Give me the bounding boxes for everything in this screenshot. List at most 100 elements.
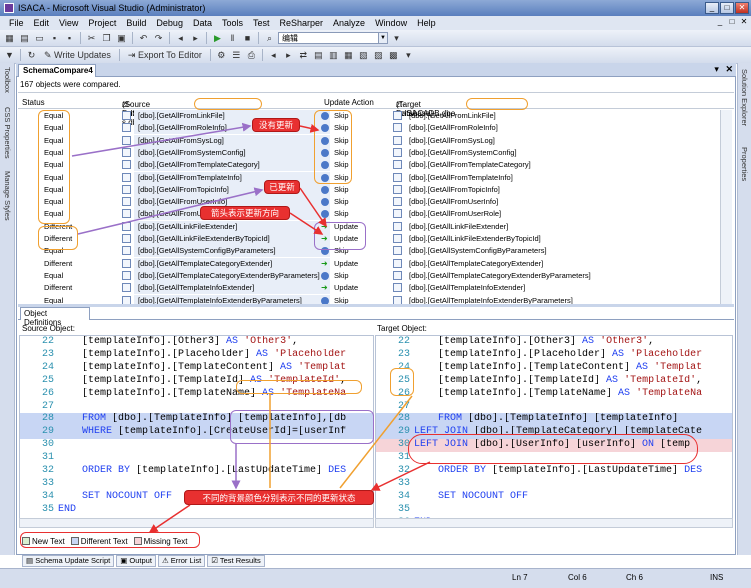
code-line[interactable]: 28 FROM [dbo].[TemplateInfo] [templateIn… <box>376 413 732 427</box>
grid-row[interactable]: Different [dbo].[GetAllLinkFileExtender] ➜… <box>18 220 734 233</box>
redo-icon[interactable]: ↷ <box>152 32 165 45</box>
grid-row[interactable]: Equal [dbo].[GetAllFromTemplateCategory] S… <box>18 159 734 172</box>
stop-icon[interactable]: ■ <box>241 32 254 45</box>
show-different-icon[interactable]: ▦ <box>342 49 355 62</box>
tab-object-definitions[interactable]: Object Definitions <box>20 307 90 327</box>
menu-test[interactable]: Test <box>248 18 275 28</box>
tab-close-icon[interactable]: ✕ <box>725 64 733 74</box>
export-script-icon[interactable]: ⎙ <box>245 49 258 62</box>
code-line[interactable]: 24 [templateInfo].[TemplateContent] AS '… <box>376 362 732 375</box>
row-update-action[interactable]: ➜ Update <box>318 282 388 294</box>
find-icon[interactable]: ⌕ <box>263 32 276 45</box>
menu-view[interactable]: View <box>54 18 83 28</box>
show-new-icon[interactable]: ▨ <box>372 49 385 62</box>
find-combo[interactable]: 编辑 ▼ <box>278 32 388 44</box>
show-missing-icon[interactable]: ▧ <box>357 49 370 62</box>
grid-row[interactable]: Equal [dbo].[GetAllFromSystemConfig] Skip[… <box>18 146 734 159</box>
grid-row[interactable]: Equal [dbo].[GetAllFromRoleInfo] Skip [dbo]… <box>18 122 734 135</box>
grid-row[interactable]: Different [dbo].[GetAllTemplateCategoryEx… <box>18 257 734 270</box>
navigate-back-icon[interactable]: ◂ <box>174 32 187 45</box>
save-icon[interactable]: ▪ <box>48 32 61 45</box>
header-status[interactable]: Status <box>22 98 45 107</box>
code-line[interactable]: 33 <box>376 478 732 491</box>
refresh-icon[interactable]: ↻ <box>25 49 38 62</box>
menu-window[interactable]: Window <box>370 18 412 28</box>
grid-row[interactable]: Equal [dbo].[GetAllFromTemplateInfo] Skip[… <box>18 171 734 184</box>
navigate-forward-icon[interactable]: ▸ <box>189 32 202 45</box>
tab-schemacompare4[interactable]: SchemaCompare4 <box>18 64 96 77</box>
code-line[interactable]: 32 ORDER BY [templateInfo].[LastUpdateTi… <box>376 465 732 478</box>
grid-row[interactable]: Different [dbo].[GetAllLinkFileExtenderBy… <box>18 233 734 245</box>
menu-debug[interactable]: Debug <box>151 18 188 28</box>
code-line[interactable]: 34 SET NOCOUNT OFF <box>376 491 732 504</box>
tab-test-results[interactable]: ☑ Test Results <box>207 555 265 567</box>
grid-row[interactable]: Equal [dbo].[GetAllFromUserRole] Skip [dbo]… <box>18 208 734 221</box>
grid-row[interactable]: Equal [dbo].[GetAllFromTopicInfo] Skip [dbo… <box>18 183 734 196</box>
maximize-button[interactable]: □ <box>720 2 734 14</box>
write-updates-button[interactable]: ✎ Write Updates <box>40 49 115 62</box>
undo-icon[interactable]: ↶ <box>137 32 150 45</box>
row-update-action[interactable]: Skip <box>318 196 388 208</box>
code-line[interactable]: 35 <box>376 504 732 517</box>
next-change-icon[interactable]: ▸ <box>282 49 295 62</box>
doc-minimize-icon[interactable]: _ <box>715 17 725 28</box>
menu-help[interactable]: Help <box>412 18 441 28</box>
save-all-icon[interactable]: ▪ <box>63 32 76 45</box>
tab-list-icon[interactable]: ▾ <box>714 64 719 74</box>
settings-icon[interactable]: ⚙ <box>215 49 228 62</box>
code-line[interactable]: 25 [templateInfo].[TemplateId] AS 'Templ… <box>376 375 732 388</box>
chevron-down-icon[interactable]: ▼ <box>378 33 387 43</box>
open-file-icon[interactable]: ▭ <box>33 32 46 45</box>
group-icon[interactable]: ▤ <box>312 49 325 62</box>
code-line[interactable]: 23 [templateInfo].[Placeholder] AS 'Plac… <box>376 349 732 362</box>
menu-resharper[interactable]: ReSharper <box>275 18 329 28</box>
code-line[interactable]: 24 [templateInfo].[TemplateContent] AS '… <box>20 362 373 375</box>
grid-row[interactable]: Equal [dbo].[GetAllFromLinkFile] Skip [dbo]… <box>18 110 734 122</box>
grid-row[interactable]: Equal [dbo].[GetAllFromUserInfo] Skip [dbo]… <box>18 196 734 209</box>
copy-icon[interactable]: ❐ <box>100 32 113 45</box>
code-line[interactable]: 31 <box>20 452 373 465</box>
menu-build[interactable]: Build <box>121 18 151 28</box>
show-equal-icon[interactable]: ▥ <box>327 49 340 62</box>
options-icon[interactable]: ☰ <box>230 49 243 62</box>
start-debugging-icon[interactable]: ▶ <box>211 32 224 45</box>
tab-output[interactable]: ▣ Output <box>116 555 156 567</box>
compare-grid[interactable]: Equal [dbo].[GetAllFromLinkFile] Skip [dbo]… <box>18 110 734 304</box>
menu-project[interactable]: Project <box>83 18 121 28</box>
grid-row[interactable]: Equal [dbo].[GetAllTemplateCategoryExtend… <box>18 269 734 282</box>
header-update-action[interactable]: Update Action <box>324 98 374 107</box>
toolbox-tab[interactable]: Toolbox <box>3 67 12 93</box>
add-item-icon[interactable]: ▤ <box>18 32 31 45</box>
toolbar2-options-icon[interactable]: ▾ <box>402 49 415 62</box>
code-line[interactable]: 35 END <box>20 504 373 517</box>
filter-icon[interactable]: ▼ <box>3 49 16 62</box>
css-properties-tab[interactable]: CSS Properties <box>3 107 12 159</box>
code-line[interactable]: 27 <box>376 401 732 414</box>
tab-schema-update-script[interactable]: ▤ Schema Update Script <box>22 555 115 567</box>
grid-vertical-scrollbar[interactable] <box>720 110 732 304</box>
code-line[interactable]: 22 [templateInfo].[Other3] AS 'Other3', <box>20 336 373 349</box>
export-to-editor-button[interactable]: ⇥ Export To Editor <box>124 49 206 62</box>
previous-change-icon[interactable]: ◂ <box>267 49 280 62</box>
target-object-editor[interactable]: 22 [templateInfo].[Other3] AS 'Other3', 2… <box>375 335 733 519</box>
grid-row[interactable]: Equal [dbo].[GetAllTemplateInfoExtenderBy… <box>18 294 734 304</box>
doc-close-icon[interactable]: ✕ <box>739 17 749 28</box>
menu-data[interactable]: Data <box>188 18 217 28</box>
target-horizontal-scrollbar[interactable] <box>375 518 733 528</box>
row-update-action[interactable]: Skip <box>318 184 388 196</box>
code-line[interactable]: 26 [templateInfo].[TemplateName] AS 'Tem… <box>376 388 732 401</box>
menu-analyze[interactable]: Analyze <box>328 18 370 28</box>
manage-styles-tab[interactable]: Manage Styles <box>3 171 12 221</box>
row-update-action[interactable]: Skip <box>318 295 388 304</box>
row-update-action[interactable]: ➜ Update <box>318 258 388 270</box>
show-skip-icon[interactable]: ▩ <box>387 49 400 62</box>
tab-error-list[interactable]: ⚠ Error List <box>157 555 206 567</box>
row-update-action[interactable]: Skip <box>318 270 388 282</box>
code-line[interactable]: 32 ORDER BY [templateInfo].[LastUpdateTi… <box>20 465 373 478</box>
properties-tab[interactable]: Properties <box>740 147 749 181</box>
swap-icon[interactable]: ⇄ <box>297 49 310 62</box>
break-icon[interactable]: ‖ <box>226 32 239 45</box>
source-horizontal-scrollbar[interactable] <box>19 518 374 528</box>
menu-file[interactable]: File <box>4 18 29 28</box>
new-project-icon[interactable]: ▦ <box>3 32 16 45</box>
